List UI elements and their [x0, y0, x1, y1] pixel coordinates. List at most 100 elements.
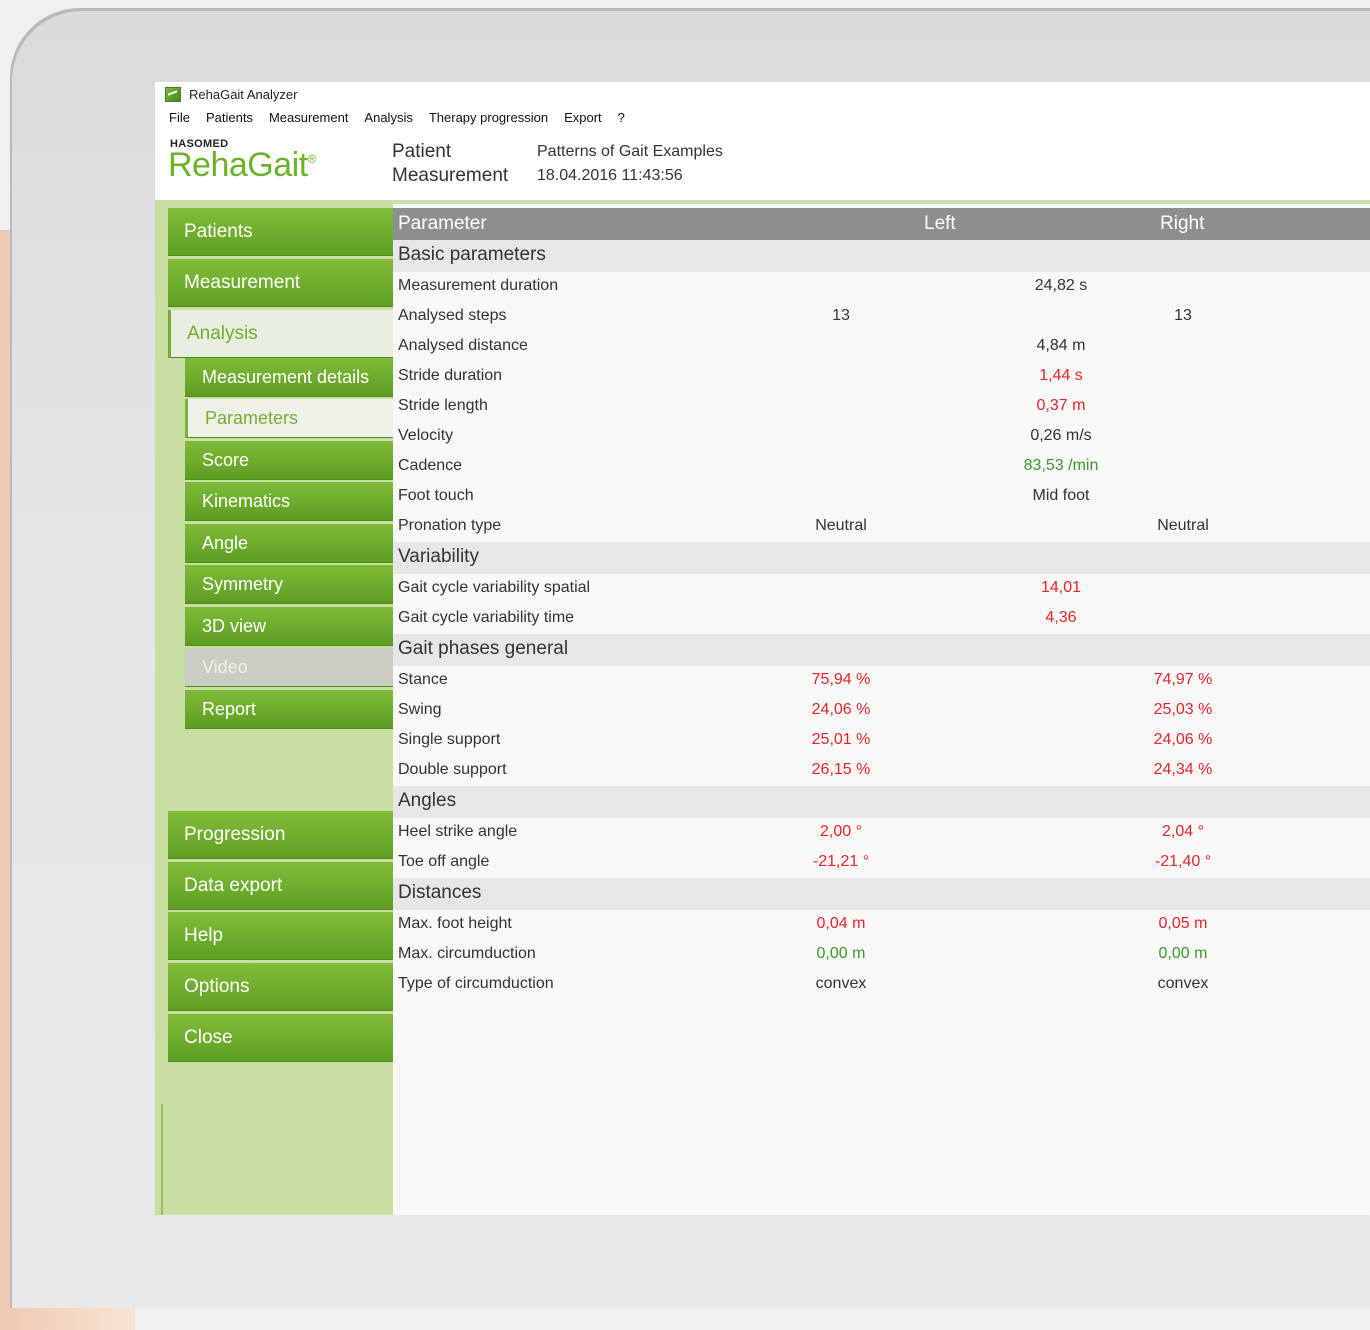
- product-logo: RehaGait®: [168, 146, 317, 185]
- value-right: 24,34 %: [1153, 761, 1213, 778]
- menu-measurement[interactable]: Measurement: [269, 110, 348, 125]
- value-left: 13: [832, 307, 850, 324]
- value-right: 13: [1174, 307, 1192, 324]
- app-icon: [165, 86, 181, 102]
- subnav-parameters[interactable]: Parameters: [185, 399, 393, 438]
- subnav-3d-view[interactable]: 3D view: [185, 607, 393, 646]
- menu-bar: File Patients Measurement Analysis Thera…: [155, 106, 1370, 128]
- section-title: Distances: [398, 882, 482, 903]
- sidebar: Patients Measurement Analysis Measuremen…: [155, 204, 393, 1215]
- table-row: Cadence 83,53 /min: [393, 452, 1370, 482]
- value-combined: Mid foot: [1032, 487, 1090, 504]
- table-row: Max. foot height 0,04 m 0,05 m: [393, 910, 1370, 940]
- nav-measurement[interactable]: Measurement: [168, 259, 393, 307]
- header-parameter: Parameter: [398, 213, 487, 234]
- table-row: Type of circumduction convex convex: [393, 970, 1370, 1000]
- table-header: Parameter Left Right: [393, 208, 1370, 240]
- parameter-name: Toe off angle: [398, 853, 490, 870]
- value-right: convex: [1157, 975, 1209, 992]
- header-right: Right: [1160, 213, 1205, 234]
- table-row: Max. circumduction 0,00 m 0,00 m: [393, 940, 1370, 970]
- parameter-name: Stance: [398, 671, 448, 688]
- value-right: 2,04 °: [1162, 823, 1204, 840]
- value-right: 24,06 %: [1153, 731, 1213, 748]
- value-left: -21,21 °: [812, 853, 870, 870]
- parameter-name: Gait cycle variability spatial: [398, 579, 591, 596]
- nav-data-export[interactable]: Data export: [168, 862, 393, 910]
- section-title: Basic parameters: [398, 244, 546, 265]
- value-left: Neutral: [815, 517, 867, 534]
- table-row: Foot touch Mid foot: [393, 482, 1370, 512]
- parameter-name: Double support: [398, 761, 507, 778]
- window-title: RehaGait Analyzer: [189, 86, 298, 102]
- table-row: Stance 75,94 % 74,97 %: [393, 666, 1370, 696]
- patient-value: Patterns of Gait Examples: [537, 143, 723, 160]
- value-combined: 0,37 m: [1036, 397, 1086, 414]
- menu-analysis[interactable]: Analysis: [364, 110, 412, 125]
- menu-file[interactable]: File: [169, 110, 190, 125]
- value-combined: 83,53 /min: [1023, 457, 1099, 474]
- value-right: 0,05 m: [1158, 915, 1208, 932]
- value-combined: 1,44 s: [1039, 367, 1083, 384]
- parameter-name: Swing: [398, 701, 442, 718]
- menu-export[interactable]: Export: [564, 110, 602, 125]
- parameter-name: Max. circumduction: [398, 945, 536, 962]
- parameter-name: Max. foot height: [398, 915, 512, 932]
- value-left: 2,00 °: [820, 823, 862, 840]
- nav-patients[interactable]: Patients: [168, 208, 393, 256]
- menu-help[interactable]: ?: [618, 110, 625, 125]
- value-combined: 4,84 m: [1036, 337, 1086, 354]
- parameter-name: Type of circumduction: [398, 975, 554, 992]
- parameters-table: Parameter Left Right Basic parameters Mea…: [393, 204, 1370, 1215]
- value-combined: 4,36: [1045, 609, 1077, 626]
- table-row: Gait cycle variability spatial 14,01: [393, 574, 1370, 604]
- table-row: Measurement duration 24,82 s: [393, 272, 1370, 302]
- parameter-name: Stride duration: [398, 367, 503, 384]
- table-row: Stride length 0,37 m: [393, 392, 1370, 422]
- table-row: Analysed steps 13 13: [393, 302, 1370, 332]
- table-row: Double support 26,15 % 24,34 %: [393, 756, 1370, 786]
- header-left: Left: [924, 213, 956, 234]
- app-window: RehaGait Analyzer File Patients Measurem…: [155, 82, 1370, 1215]
- nav-options[interactable]: Options: [168, 963, 393, 1011]
- value-left: 25,01 %: [811, 731, 871, 748]
- parameter-name: Single support: [398, 731, 501, 748]
- value-right: 25,03 %: [1153, 701, 1213, 718]
- value-left: 24,06 %: [811, 701, 871, 718]
- value-left: 0,04 m: [816, 915, 866, 932]
- subnav-angle[interactable]: Angle: [185, 524, 393, 563]
- nav-analysis[interactable]: Analysis: [168, 310, 393, 358]
- header-values: Patterns of Gait Examples 18.04.2016 11:…: [537, 140, 723, 188]
- value-right: -21,40 °: [1154, 853, 1212, 870]
- parameter-name: Analysed distance: [398, 337, 528, 354]
- section-title: Angles: [398, 790, 457, 811]
- section-header: Angles: [393, 786, 1370, 818]
- parameter-name: Pronation type: [398, 517, 502, 534]
- menu-patients[interactable]: Patients: [206, 110, 253, 125]
- header-labels: Patient Measurement: [392, 140, 508, 188]
- product-name: RehaGait: [168, 146, 308, 184]
- nav-close[interactable]: Close: [168, 1014, 393, 1062]
- subnav-kinematics[interactable]: Kinematics: [185, 482, 393, 521]
- menu-therapy-progression[interactable]: Therapy progression: [429, 110, 548, 125]
- section-header: Variability: [393, 542, 1370, 574]
- table-row: Heel strike angle 2,00 ° 2,04 °: [393, 818, 1370, 848]
- table-row: Pronation type Neutral Neutral: [393, 512, 1370, 542]
- nav-help[interactable]: Help: [168, 912, 393, 960]
- subnav-report[interactable]: Report: [185, 690, 393, 729]
- subnav-video: Video: [185, 648, 393, 687]
- section-header: Distances: [393, 878, 1370, 910]
- table-row: Swing 24,06 % 25,03 %: [393, 696, 1370, 726]
- measurement-label: Measurement: [392, 165, 509, 186]
- nav-progression[interactable]: Progression: [168, 811, 393, 859]
- subnav-score[interactable]: Score: [185, 441, 393, 480]
- subnav-measurement-details[interactable]: Measurement details: [185, 358, 393, 397]
- value-left: 75,94 %: [811, 671, 871, 688]
- measurement-value: 18.04.2016 11:43:56: [537, 167, 683, 184]
- table-row: Toe off angle -21,21 ° -21,40 °: [393, 848, 1370, 878]
- parameter-name: Analysed steps: [398, 307, 507, 324]
- value-left: 26,15 %: [811, 761, 871, 778]
- value-combined: 14,01: [1040, 579, 1082, 596]
- parameter-name: Velocity: [398, 427, 454, 444]
- subnav-symmetry[interactable]: Symmetry: [185, 565, 393, 604]
